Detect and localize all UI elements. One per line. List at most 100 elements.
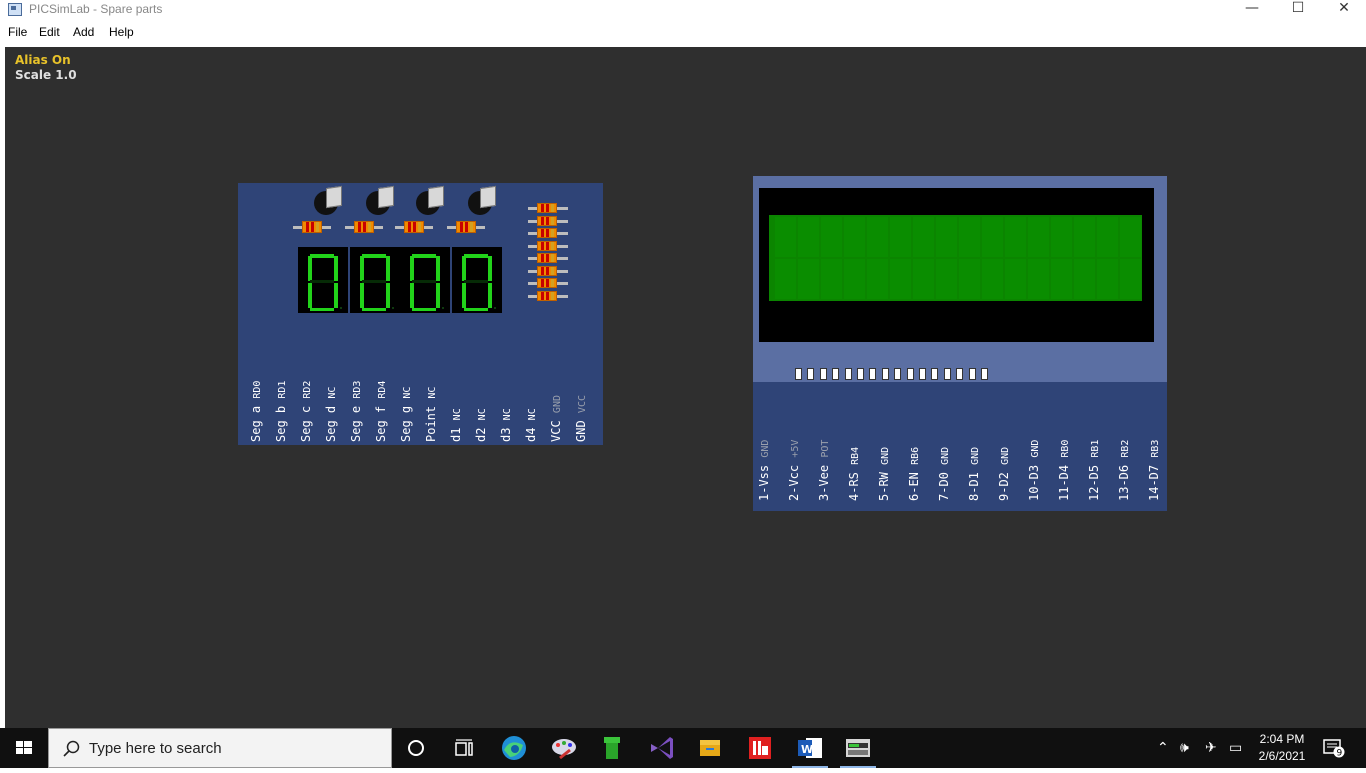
edge-button[interactable] xyxy=(490,728,538,768)
menu-help[interactable]: Help xyxy=(109,25,134,39)
lcd-header-pin xyxy=(931,368,939,380)
word-button[interactable]: W xyxy=(786,728,834,768)
pin-connection[interactable]: NC xyxy=(502,408,513,420)
pin-connection[interactable]: RB3 xyxy=(1150,440,1161,458)
pin-connection[interactable]: GND xyxy=(1030,440,1041,458)
lcd-character-cell xyxy=(1051,259,1072,299)
pin-connection[interactable]: GND xyxy=(880,447,891,465)
lcd-header-pin xyxy=(819,368,827,380)
lcd-pin-label-13: 13-D6 RB2 xyxy=(1117,440,1132,501)
lcd-pin-label-5: 5-RW GND xyxy=(877,447,892,501)
pin-connection[interactable]: NC xyxy=(527,408,538,420)
green-pipe-button[interactable] xyxy=(588,728,636,768)
pin-connection[interactable]: GND xyxy=(1000,447,1011,465)
lcd-character-cell xyxy=(1005,217,1026,257)
menu-file[interactable]: File xyxy=(8,25,27,39)
pin-name: d4 xyxy=(524,427,538,442)
seg-pin-label-13: VCC GND xyxy=(549,395,564,442)
seg-pin-label-3: Seg c RD2 xyxy=(299,381,314,442)
picsimlab-red-button[interactable] xyxy=(736,728,784,768)
pin-name: 7-D0 xyxy=(937,472,951,501)
pin-connection[interactable]: +5V xyxy=(790,440,801,458)
pin-connection[interactable]: NC xyxy=(402,387,413,399)
pin-name: 5-RW xyxy=(877,472,891,501)
pin-connection[interactable]: POT xyxy=(820,440,831,458)
seg-pin-label-14: GND VCC xyxy=(574,395,589,442)
lcd-header-pin xyxy=(956,368,964,380)
clock-time[interactable]: 2:04 PM xyxy=(1256,732,1308,746)
pin-connection[interactable]: RB2 xyxy=(1120,440,1131,458)
taskbar: Type here to search W ⌃ 🕪 ✈ ▭ 2:04 PM 2/… xyxy=(0,728,1366,768)
task-view-icon xyxy=(455,739,473,756)
lcd-header-pin xyxy=(832,368,840,380)
pin-connection[interactable]: GND xyxy=(940,447,951,465)
start-button[interactable] xyxy=(0,728,48,768)
battery-icon[interactable]: ▭ xyxy=(1229,740,1242,756)
digit-button-3[interactable] xyxy=(416,185,446,215)
pin-connection[interactable]: RD2 xyxy=(302,381,313,399)
seven-segment-part[interactable]: Seg a RD0 Seg b RD1 Seg c RD2 Seg d NC Seg e… xyxy=(238,183,603,445)
menu-edit[interactable]: Edit xyxy=(39,25,60,39)
workspace-canvas[interactable]: Alias On Scale 1.0 Seg a RD0 Seg b RD1 Seg… xyxy=(5,47,1366,728)
lcd-header-pin xyxy=(894,368,902,380)
menu-add[interactable]: Add xyxy=(73,25,94,39)
pin-connection[interactable]: RD1 xyxy=(277,381,288,399)
clock-date[interactable]: 2/6/2021 xyxy=(1256,749,1308,763)
pin-connection[interactable]: GND xyxy=(970,447,981,465)
window-title: PICSimLab - Spare parts xyxy=(29,2,163,16)
show-hidden-icons-button[interactable]: ⌃ xyxy=(1157,740,1169,756)
seg-pin-label-4: Seg d NC xyxy=(324,387,339,442)
resistor-network-element xyxy=(528,228,568,238)
pin-name: 2-Vcc xyxy=(787,464,801,501)
menu-bar: File Edit Add Help xyxy=(0,22,1366,42)
lcd-part[interactable]: 1-Vss GND 2-Vcc +5V 3-Vee POT 4-RS RB4 5-RW … xyxy=(753,176,1167,511)
pin-connection[interactable]: NC xyxy=(452,408,463,420)
lcd-character-cell xyxy=(1028,217,1049,257)
pin-connection[interactable]: RB1 xyxy=(1090,440,1101,458)
notification-center-button[interactable]: 9 xyxy=(1322,738,1346,759)
pin-connection[interactable]: RD3 xyxy=(352,381,363,399)
volume-icon[interactable]: 🕪 xyxy=(1180,740,1189,756)
pin-connection[interactable]: NC xyxy=(427,387,438,399)
minimize-button[interactable]: — xyxy=(1229,0,1275,22)
pin-connection[interactable]: RD0 xyxy=(252,381,263,399)
lcd-frame xyxy=(753,176,1167,382)
pin-connection[interactable]: VCC xyxy=(577,395,588,413)
digit-button-4[interactable] xyxy=(468,185,498,215)
maximize-button[interactable]: ☐ xyxy=(1275,0,1321,22)
pin-connection[interactable]: GND xyxy=(760,440,771,458)
pin-connection[interactable]: RB0 xyxy=(1060,440,1071,458)
paint-icon xyxy=(552,739,576,760)
pin-name: Seg g xyxy=(399,405,413,442)
lcd-character-cell xyxy=(821,259,842,299)
visual-studio-button[interactable] xyxy=(638,728,686,768)
pin-connection[interactable]: RD4 xyxy=(377,381,388,399)
lcd-character-cell xyxy=(1074,259,1095,299)
pin-connection[interactable]: RB6 xyxy=(910,447,921,465)
lcd-character-cell xyxy=(982,259,1003,299)
pin-name: 6-EN xyxy=(907,472,921,501)
pin-name: 10-D3 xyxy=(1027,464,1041,501)
lcd-pin-label-10: 10-D3 GND xyxy=(1027,440,1042,501)
resistor-network-element xyxy=(528,203,568,213)
file-explorer-button[interactable] xyxy=(686,728,734,768)
resistor-network-element xyxy=(528,253,568,263)
close-button[interactable]: ✕ xyxy=(1321,0,1366,22)
pin-connection[interactable]: NC xyxy=(477,408,488,420)
pin-connection[interactable]: RB4 xyxy=(850,447,861,465)
cortana-button[interactable] xyxy=(392,728,440,768)
seg-pin-label-9: d1 NC xyxy=(449,408,464,442)
lcd-character-cell xyxy=(1074,217,1095,257)
pin-name: 13-D6 xyxy=(1117,464,1131,501)
airplane-mode-icon[interactable]: ✈ xyxy=(1205,740,1217,756)
picsimlab-button[interactable] xyxy=(834,728,882,768)
resistor-network xyxy=(528,203,568,311)
pin-connection[interactable]: NC xyxy=(327,387,338,399)
task-view-button[interactable] xyxy=(440,728,488,768)
paint-button[interactable] xyxy=(540,728,588,768)
digit-button-1[interactable] xyxy=(314,185,344,215)
search-box[interactable]: Type here to search xyxy=(48,728,392,768)
pin-connection[interactable]: GND xyxy=(552,395,563,413)
edge-icon xyxy=(502,736,526,760)
digit-button-2[interactable] xyxy=(366,185,396,215)
